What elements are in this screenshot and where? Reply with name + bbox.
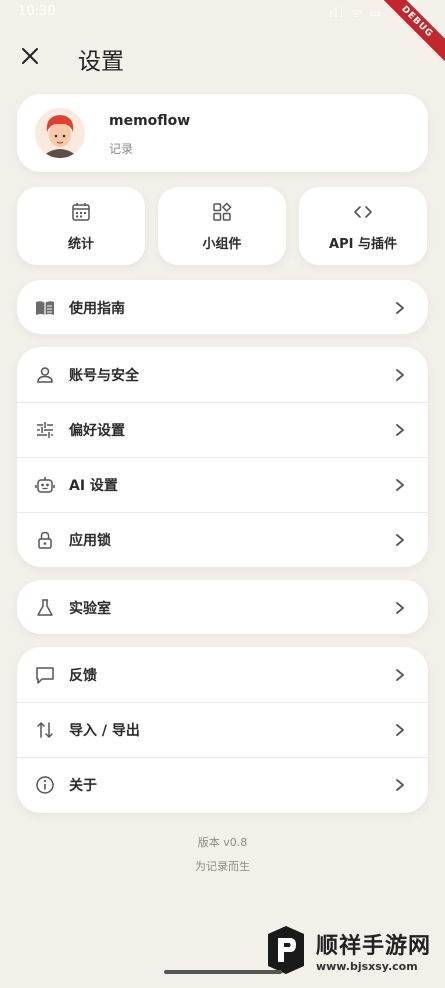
menu-item-account-security[interactable]: 账号与安全 — [17, 347, 428, 402]
status-icons: ıll ᯤ ▭ — [329, 6, 383, 20]
sliders-icon — [37, 421, 53, 438]
menu-item-label: 使用指南 — [69, 300, 125, 317]
menu-item-guide[interactable]: 使用指南 — [17, 280, 428, 335]
close-icon — [22, 48, 38, 64]
menu-item-app-lock[interactable]: 应用锁 — [17, 512, 428, 567]
code-icon — [354, 205, 372, 218]
chevron-right-icon — [396, 423, 404, 436]
chat-bubble-icon — [36, 666, 54, 684]
api-plugins-label: API 与插件 — [329, 236, 397, 252]
widgets-icon — [213, 201, 232, 221]
menu-item-label: 账号与安全 — [69, 367, 139, 384]
watermark-title: 顺祥手游网 — [315, 933, 431, 959]
menu-item-ai-settings[interactable]: AI 设置 — [17, 457, 428, 512]
menu-item-lab[interactable]: 实验室 — [17, 580, 428, 635]
avatar — [35, 108, 85, 158]
chevron-right-icon — [396, 601, 404, 614]
misc-card: 反馈 导入 / 导出 关于 — [17, 647, 428, 813]
import-export-icon — [37, 721, 53, 738]
user-icon — [37, 366, 53, 383]
lock-icon — [38, 531, 52, 549]
menu-item-about[interactable]: 关于 — [17, 757, 428, 812]
watermark-url: www.bjsxsy.com — [315, 959, 418, 973]
menu-item-feedback[interactable]: 反馈 — [17, 647, 428, 702]
menu-item-import-export[interactable]: 导入 / 导出 — [17, 702, 428, 757]
chevron-right-icon — [396, 368, 404, 381]
header: 设置 — [0, 38, 445, 78]
tagline-text: 为记录而生 — [195, 860, 250, 873]
close-button[interactable] — [14, 40, 46, 72]
profile-name: memoflow — [109, 113, 191, 129]
menu-item-label: AI 设置 — [69, 477, 118, 494]
widgets-tile[interactable]: 小组件 — [158, 187, 286, 265]
guide-card: 使用指南 — [17, 280, 428, 334]
stats-label: 统计 — [67, 236, 94, 252]
lab-card: 实验室 — [17, 580, 428, 634]
status-time: 10:30 — [18, 4, 56, 19]
info-icon — [36, 775, 54, 794]
calendar-icon — [72, 202, 90, 221]
watermark: 顺祥手游网 www.bjsxsy.com — [264, 924, 431, 976]
settings-card: 账号与安全 偏好设置 AI 设置 应用锁 — [17, 347, 428, 567]
chevron-right-icon — [396, 301, 404, 314]
profile-subtitle: 记录 — [109, 142, 134, 156]
stats-tile[interactable]: 统计 — [17, 187, 145, 265]
api-plugins-tile[interactable]: API 与插件 — [299, 187, 427, 265]
watermark-logo-icon — [267, 926, 304, 974]
chevron-right-icon — [396, 533, 404, 546]
profile-card[interactable]: memoflow 记录 — [17, 94, 428, 172]
menu-item-label: 反馈 — [69, 667, 97, 684]
menu-item-label: 偏好设置 — [69, 422, 125, 439]
status-bar: 10:30 ıll ᯤ ▭ — [0, 0, 445, 26]
robot-icon — [35, 476, 55, 493]
widgets-label: 小组件 — [202, 236, 242, 252]
menu-item-label: 应用锁 — [69, 532, 111, 549]
menu-item-label: 实验室 — [69, 600, 111, 617]
chevron-right-icon — [396, 478, 404, 491]
menu-item-label: 关于 — [69, 777, 97, 794]
chevron-right-icon — [396, 668, 404, 681]
menu-item-preferences[interactable]: 偏好设置 — [17, 402, 428, 457]
menu-item-label: 导入 / 导出 — [69, 722, 140, 739]
flask-icon — [37, 598, 53, 616]
chevron-right-icon — [396, 723, 404, 736]
chevron-right-icon — [396, 778, 404, 791]
version-text: 版本 v0.8 — [197, 836, 248, 849]
home-indicator[interactable] — [164, 970, 282, 974]
page-title: 设置 — [78, 49, 124, 75]
book-icon — [36, 300, 54, 315]
